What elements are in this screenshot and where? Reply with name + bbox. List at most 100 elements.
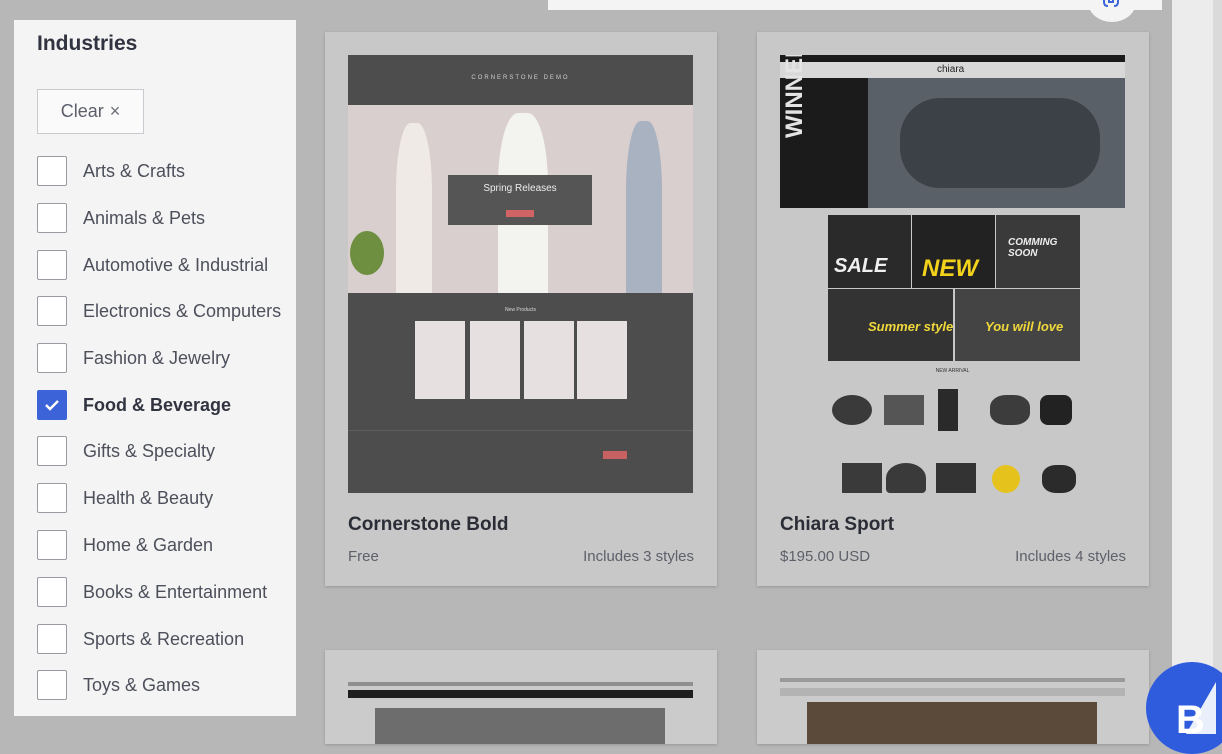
checkbox[interactable] xyxy=(37,250,67,280)
model-figure xyxy=(396,123,432,293)
industries-filter-panel: Industries Clear × Arts & Crafts Animals… xyxy=(14,20,296,716)
filter-option-gifts-specialty[interactable]: Gifts & Specialty xyxy=(37,435,215,467)
filter-option-books-entertainment[interactable]: Books & Entertainment xyxy=(37,576,267,608)
filter-option-food-beverage[interactable]: Food & Beverage xyxy=(37,389,231,421)
preview-product xyxy=(886,463,926,493)
checkbox[interactable] xyxy=(37,156,67,186)
preview-topbar xyxy=(780,55,1125,62)
preview-product xyxy=(577,321,627,399)
filter-heading: Industries xyxy=(37,32,138,55)
checkbox-checked[interactable] xyxy=(37,390,67,420)
theme-preview-image[interactable]: chiara WINNERS MINDSET SALE NEW COMMING … xyxy=(780,55,1125,493)
theme-preview-image[interactable]: CORNERSTONE DEMO Spring Releases New Pro… xyxy=(348,55,693,493)
model-figure xyxy=(626,121,662,293)
preview-product xyxy=(842,463,882,493)
option-label: Health & Beauty xyxy=(83,487,214,508)
theme-style-count: Includes 4 styles xyxy=(1015,548,1126,565)
clear-filters-button[interactable]: Clear × xyxy=(37,89,144,134)
top-panel-edge xyxy=(548,0,1162,10)
option-label: Automotive & Industrial xyxy=(83,254,269,275)
preview-divider xyxy=(348,430,693,431)
filter-option-animals-pets[interactable]: Animals & Pets xyxy=(37,202,205,234)
hero-athletes xyxy=(900,98,1100,188)
checkbox[interactable] xyxy=(37,530,67,560)
option-label: Fashion & Jewelry xyxy=(83,347,231,368)
theme-card-partial[interactable] xyxy=(325,650,717,744)
theme-card-partial[interactable] xyxy=(757,650,1149,744)
hero-text-panel: WINNERS MINDSET xyxy=(780,55,868,208)
plant-decoration xyxy=(350,231,384,275)
checkbox[interactable] xyxy=(37,624,67,654)
preview-product xyxy=(832,395,872,425)
filter-option-arts-crafts[interactable]: Arts & Crafts xyxy=(37,155,185,187)
preview-logo: chiara xyxy=(937,64,965,75)
promo-tile: SALE xyxy=(828,215,911,288)
option-label: Home & Garden xyxy=(83,534,214,555)
filter-option-toys-games[interactable]: Toys & Games xyxy=(37,669,200,701)
filter-option-health-beauty[interactable]: Health & Beauty xyxy=(37,482,213,514)
preview-nav xyxy=(780,678,1125,682)
theme-name[interactable]: Cornerstone Bold xyxy=(348,514,508,536)
scan-icon xyxy=(1103,0,1119,7)
checkbox[interactable] xyxy=(37,577,67,607)
preview-product xyxy=(992,465,1020,493)
preview-product xyxy=(415,321,465,399)
hero-text: WINNERS MINDSET xyxy=(781,55,808,138)
checkbox[interactable] xyxy=(37,483,67,513)
filter-option-fashion-jewelry[interactable]: Fashion & Jewelry xyxy=(37,342,230,374)
preview-banner: Spring Releases xyxy=(448,175,592,225)
banner-button xyxy=(506,210,534,217)
checkbox[interactable] xyxy=(37,670,67,700)
filter-option-automotive-industrial[interactable]: Automotive & Industrial xyxy=(37,249,268,281)
preview-topbar xyxy=(780,688,1125,696)
theme-card-chiara-sport[interactable]: chiara WINNERS MINDSET SALE NEW COMMING … xyxy=(757,32,1149,586)
preview-hero xyxy=(375,708,665,744)
option-label: Books & Entertainment xyxy=(83,581,268,602)
preview-section-title: New Products xyxy=(504,307,537,313)
option-label: Electronics & Computers xyxy=(83,300,282,321)
close-icon: × xyxy=(109,101,121,121)
option-label: Sports & Recreation xyxy=(83,628,245,649)
checkbox[interactable] xyxy=(37,436,67,466)
preview-product xyxy=(938,389,958,431)
theme-name[interactable]: Chiara Sport xyxy=(780,514,894,536)
checkbox[interactable] xyxy=(37,203,67,233)
preview-product xyxy=(1042,465,1076,493)
preview-nav xyxy=(348,682,693,686)
theme-style-count: Includes 3 styles xyxy=(583,548,694,565)
option-label: Food & Beverage xyxy=(83,394,232,415)
theme-card-cornerstone-bold[interactable]: CORNERSTONE DEMO Spring Releases New Pro… xyxy=(325,32,717,586)
promo-tile: Summer style xyxy=(828,289,953,361)
filter-option-electronics-computers[interactable]: Electronics & Computers xyxy=(37,295,281,327)
filter-option-home-garden[interactable]: Home & Garden xyxy=(37,529,213,561)
preview-store-name: CORNERSTONE DEMO xyxy=(471,75,570,81)
promo-tile: You will love xyxy=(955,289,1080,361)
option-label: Animals & Pets xyxy=(83,207,206,228)
preview-hero xyxy=(807,702,1097,744)
promo-tile: NEW xyxy=(912,215,995,288)
checkbox[interactable] xyxy=(37,296,67,326)
promo-tile: COMMING SOON xyxy=(996,215,1080,288)
right-gutter xyxy=(1172,0,1222,744)
scan-button[interactable] xyxy=(1088,0,1136,22)
scrollbar-track[interactable] xyxy=(1213,0,1222,744)
checkbox[interactable] xyxy=(37,343,67,373)
filter-option-sports-recreation[interactable]: Sports & Recreation xyxy=(37,623,244,655)
check-icon xyxy=(45,400,59,411)
clear-label: Clear xyxy=(60,101,104,121)
preview-hero: Spring Releases xyxy=(348,105,693,293)
bigcommerce-logo-icon[interactable]: B xyxy=(1146,662,1222,754)
preview-product xyxy=(936,463,976,493)
option-label: Gifts & Specialty xyxy=(83,440,216,461)
banner-title: Spring Releases xyxy=(483,183,557,194)
preview-product xyxy=(524,321,574,399)
preview-topbar xyxy=(348,690,693,698)
preview-product xyxy=(884,395,924,425)
preview-product xyxy=(1040,395,1072,425)
preview-subscribe-button xyxy=(603,451,627,459)
option-label: Arts & Crafts xyxy=(83,160,186,181)
preview-product xyxy=(990,395,1030,425)
preview-product xyxy=(470,321,520,399)
theme-price: $195.00 USD xyxy=(780,548,871,565)
theme-price: Free xyxy=(348,548,379,565)
